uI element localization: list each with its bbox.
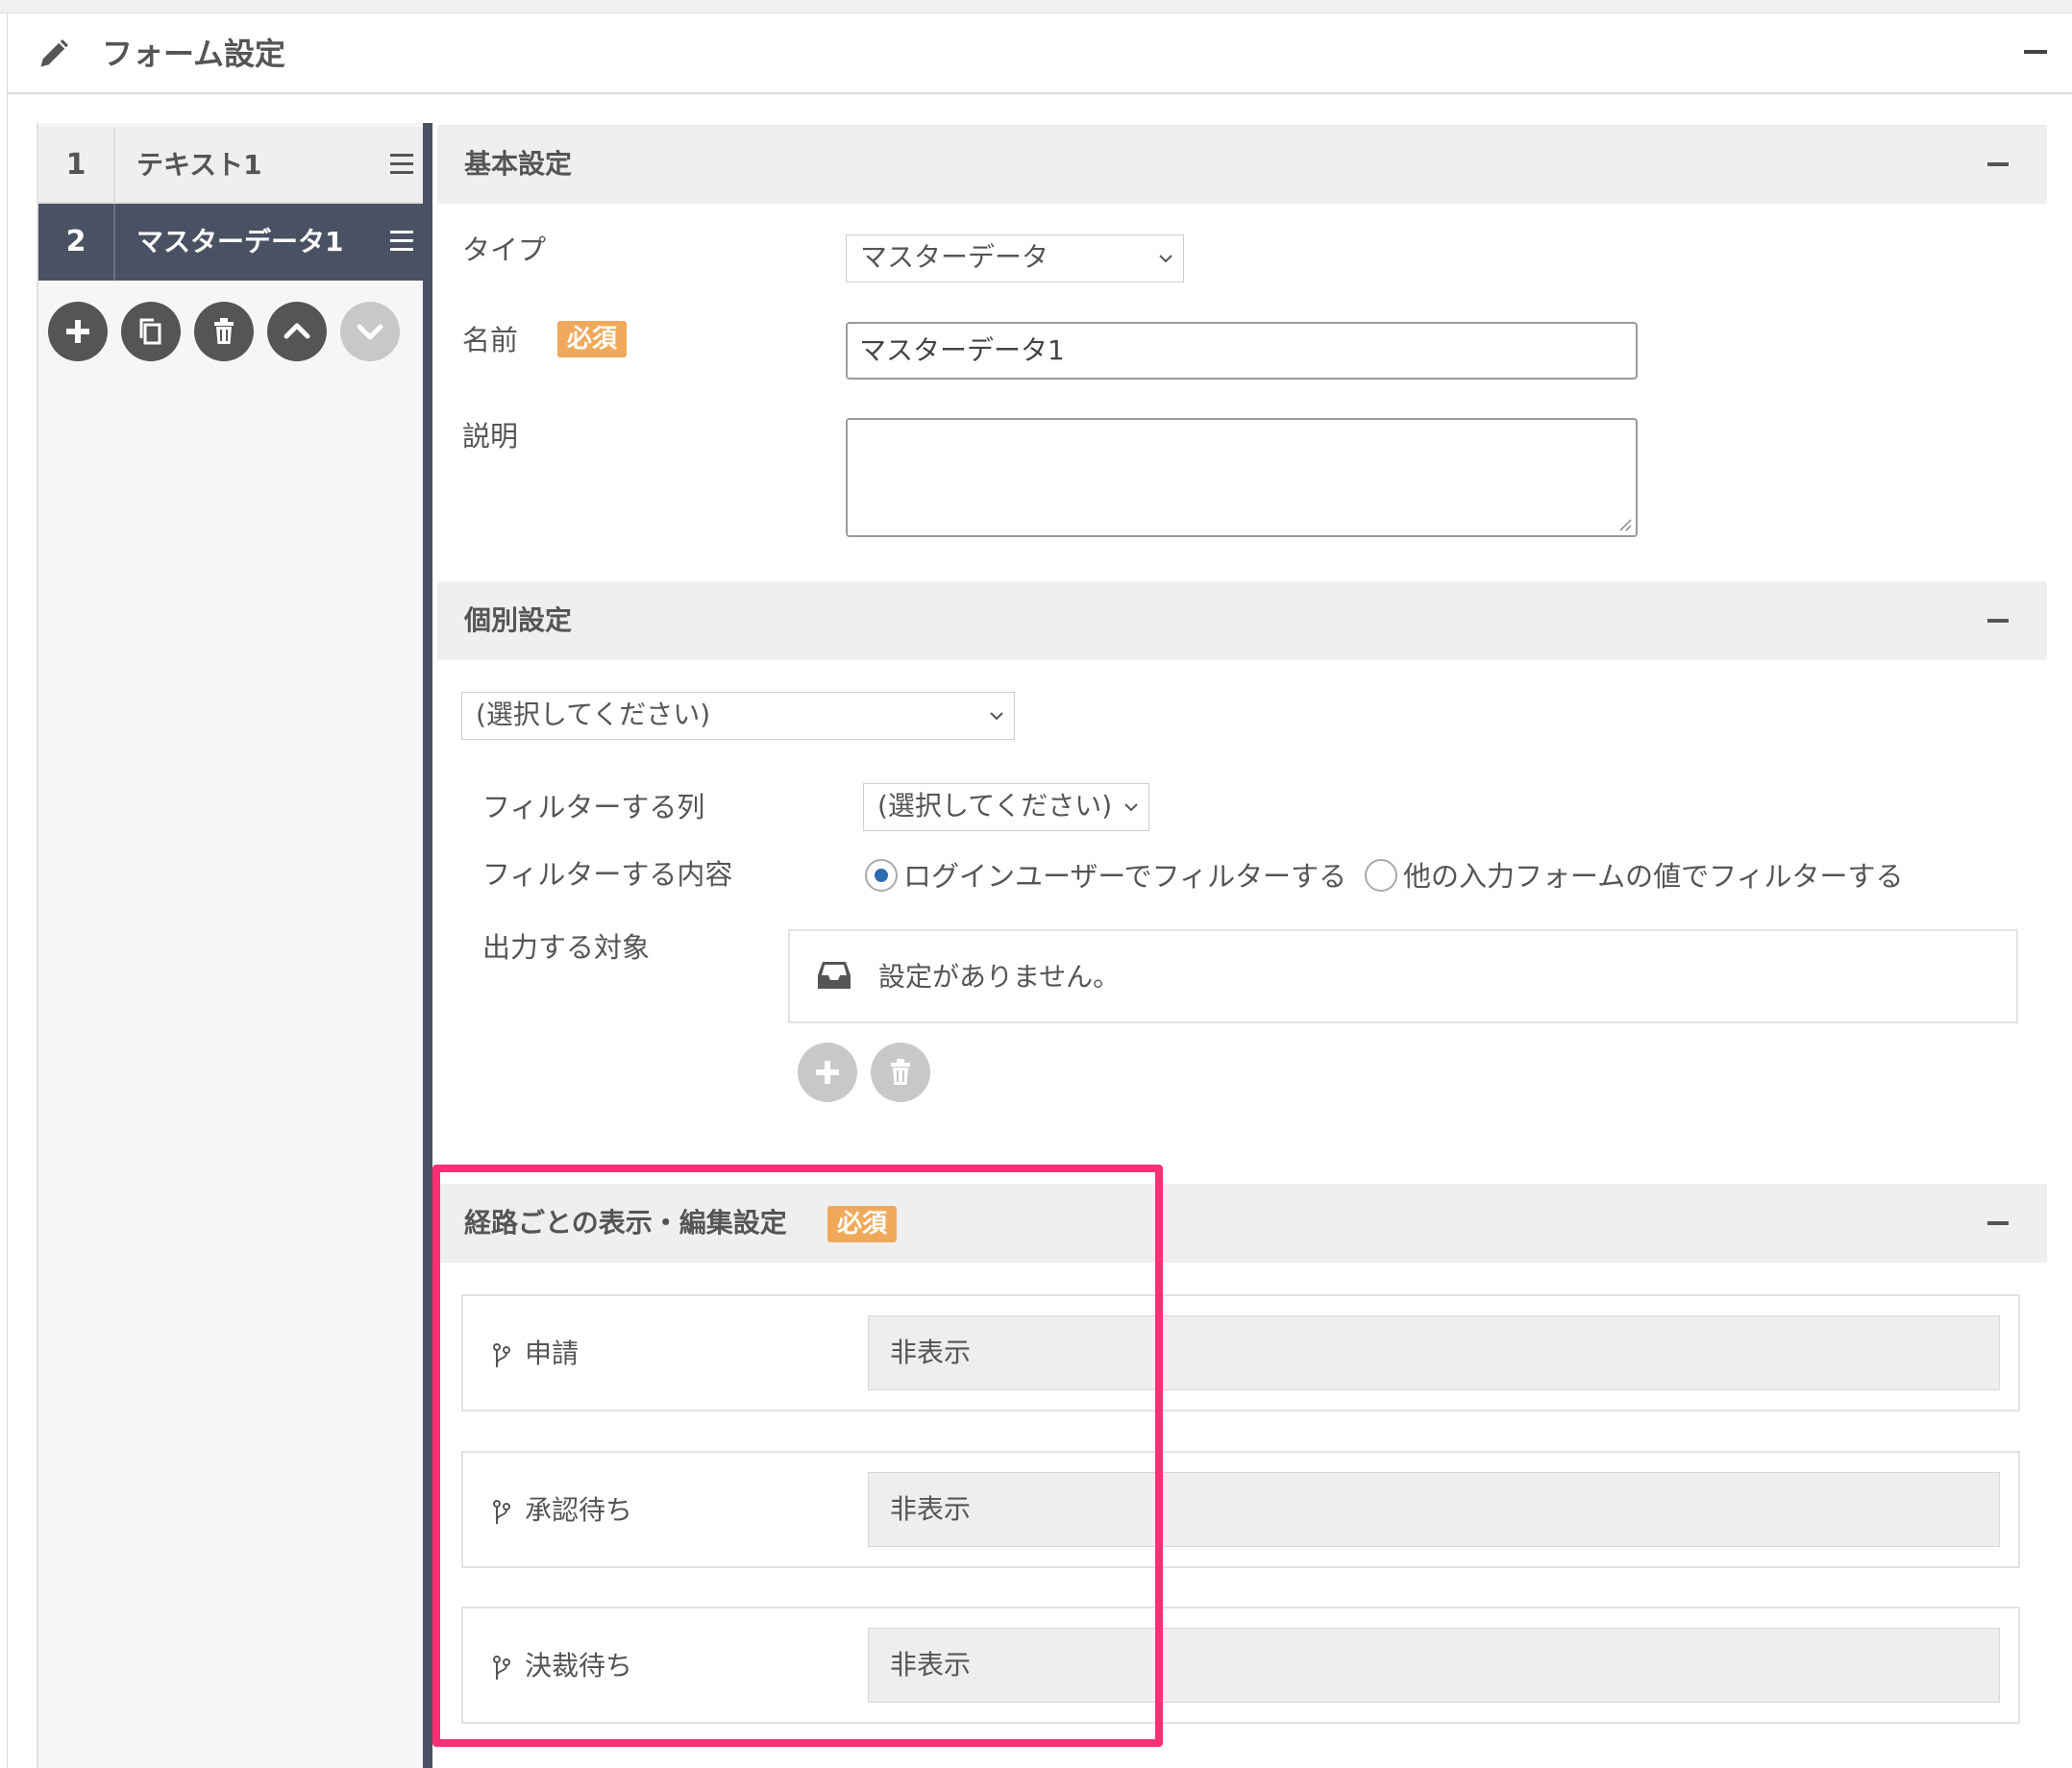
- radio-login-user-label[interactable]: ログインユーザーでフィルターする: [903, 857, 1346, 896]
- type-select-value: マスターデータ: [860, 241, 1049, 273]
- description-label: 説明: [462, 420, 519, 453]
- sidebar-item-number: 2: [38, 204, 115, 281]
- sidebar-item-number: 1: [38, 127, 115, 204]
- drag-handle-icon[interactable]: [390, 154, 413, 175]
- name-label: 名前: [462, 324, 519, 356]
- master-data-select[interactable]: (選択してください): [461, 692, 1015, 740]
- sidebar-item-label: マスターデータ1: [136, 226, 344, 258]
- chevron-down-icon: [1124, 803, 1138, 812]
- name-input-value: マスターデータ1: [859, 334, 1065, 366]
- delete-item-button[interactable]: [194, 302, 254, 361]
- collapse-section-button[interactable]: [1987, 619, 2009, 623]
- page-title: フォーム設定: [102, 36, 286, 72]
- add-output-button[interactable]: [798, 1043, 857, 1102]
- collapse-section-button[interactable]: [1987, 162, 2009, 166]
- chevron-up-icon: [284, 323, 310, 339]
- section-title: 基本設定: [464, 148, 573, 180]
- highlight-annotation: [432, 1165, 1163, 1747]
- panel-header: [8, 13, 2072, 94]
- add-item-button[interactable]: [48, 302, 108, 361]
- description-textarea[interactable]: [846, 418, 1638, 537]
- delete-output-button[interactable]: [871, 1043, 930, 1102]
- radio-other-form-label[interactable]: 他の入力フォームの値でフィルターする: [1403, 857, 1904, 896]
- master-data-select-value: (選択してください): [476, 699, 711, 730]
- type-label: タイプ: [462, 233, 547, 266]
- drag-handle-icon[interactable]: [390, 231, 413, 252]
- plus-icon: [66, 320, 89, 343]
- type-select[interactable]: マスターデータ: [846, 234, 1184, 282]
- trash-icon: [214, 318, 234, 344]
- radio-login-user[interactable]: [865, 859, 898, 892]
- inbox-icon: [818, 962, 851, 989]
- pencil-icon: [40, 39, 68, 67]
- sidebar-item-2[interactable]: 2 マスターデータ1: [38, 204, 423, 281]
- collapse-section-button[interactable]: [1987, 1221, 2009, 1225]
- output-target-label: 出力する対象: [482, 931, 651, 964]
- plus-icon: [816, 1061, 839, 1084]
- individual-settings-header: 個別設定: [437, 581, 2047, 660]
- name-input[interactable]: マスターデータ1: [846, 322, 1638, 380]
- copy-item-button[interactable]: [121, 302, 181, 361]
- chevron-down-icon: [357, 324, 383, 340]
- trash-icon: [891, 1059, 910, 1085]
- filter-column-select-value: (選択してください): [877, 790, 1113, 822]
- sidebar-item-1[interactable]: 1 テキスト1: [38, 127, 423, 204]
- top-strip: [0, 0, 2072, 13]
- empty-state-text: 設定がありません。: [878, 961, 1121, 993]
- output-target-box: 設定がありません。: [788, 929, 2018, 1023]
- move-up-button[interactable]: [267, 302, 327, 361]
- section-title: 個別設定: [464, 604, 573, 636]
- basic-settings-header: 基本設定: [437, 125, 2047, 204]
- collapse-panel-button[interactable]: [2024, 50, 2047, 54]
- chevron-down-icon: [1159, 255, 1172, 263]
- filter-content-label: フィルターする内容: [482, 858, 733, 891]
- sidebar-item-label: テキスト1: [136, 149, 262, 181]
- sidebar: [37, 123, 423, 1768]
- chevron-down-icon: [990, 712, 1003, 721]
- required-badge: 必須: [557, 321, 628, 357]
- resize-handle-icon[interactable]: [1616, 516, 1632, 531]
- radio-other-form[interactable]: [1365, 859, 1397, 892]
- sidebar-divider: [423, 123, 432, 1768]
- filter-column-select[interactable]: (選択してください): [863, 783, 1149, 831]
- copy-icon: [139, 318, 161, 345]
- move-down-button[interactable]: [340, 302, 400, 361]
- filter-column-label: フィルターする列: [482, 791, 705, 823]
